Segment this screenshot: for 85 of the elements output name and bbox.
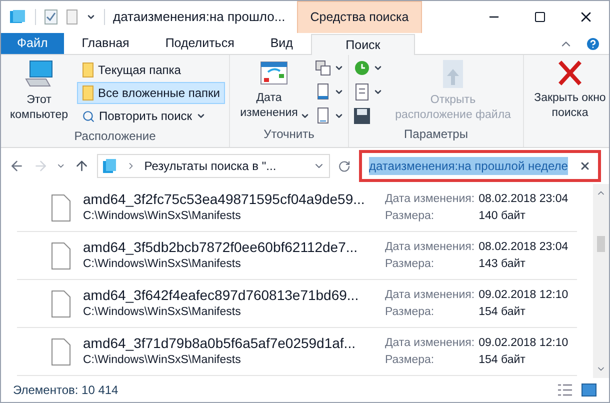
- date-value: 08.02.2018 23:04: [478, 192, 568, 206]
- window-title: датаизменения:на прошло...: [113, 8, 286, 26]
- address-bar[interactable]: Результаты поиска в "...: [97, 154, 330, 178]
- date-label: Дата изменения:: [385, 240, 475, 254]
- date-label: Дата изменения:: [385, 192, 475, 206]
- file-icon: [51, 194, 71, 222]
- file-icon: [51, 338, 71, 366]
- properties-icon[interactable]: [44, 9, 58, 25]
- size-value: 154 байт: [478, 352, 526, 368]
- details-view-icon[interactable]: [557, 383, 573, 397]
- size-value: 154 байт: [478, 304, 526, 320]
- date-value: 09.02.2018 12:10: [478, 288, 568, 302]
- refresh-icon[interactable]: [338, 160, 351, 172]
- status-count: Элементов: 10 414: [13, 382, 118, 399]
- caret-icon: [334, 63, 344, 73]
- folder-app-icon: [9, 9, 27, 25]
- date-label: Дата изменения:: [385, 288, 475, 302]
- ribbon-big-button[interactable]: Дата изменения: [234, 55, 314, 121]
- recent-searches-icon[interactable]: [353, 59, 371, 77]
- file-name: amd64_3f71d79b8a0b5f6a5af7e0259d1af...: [83, 334, 356, 352]
- size-label: Размера:: [385, 256, 436, 272]
- ribbon-big-button[interactable]: Этот компьютер: [5, 55, 73, 127]
- caret-icon: [334, 111, 344, 121]
- calendar-icon: [260, 59, 288, 87]
- date-value: 08.02.2018 23:04: [478, 240, 568, 254]
- file-row[interactable]: amd64_3f71d79b8a0b5f6a5af7e0259d1af... C:\Windows\WinSxS\Manifests Дата изменения: 09.02.2018 12:10 Размера: 154 байт: [17, 328, 577, 376]
- date-value: 09.02.2018 12:10: [478, 336, 568, 350]
- scrollbar[interactable]: [593, 184, 609, 378]
- file-row[interactable]: amd64_3f5db2bcb7872f0ee60bf62112de7... C:\Windows\WinSxS\Manifests Дата изменения: 08.02.2018 23:04 Размера: 143 байт: [17, 232, 577, 280]
- search-icon: [82, 110, 95, 122]
- folder-icon: [82, 85, 94, 101]
- caret-icon: [373, 63, 383, 73]
- folder-icon: [82, 62, 94, 78]
- context-tab-header: Средства поиска: [297, 1, 422, 33]
- date-label: Дата изменения:: [385, 336, 475, 350]
- advanced-options-icon[interactable]: [353, 83, 371, 101]
- ribbon-big-button[interactable]: Закрыть окно поиска: [528, 55, 609, 121]
- ribbon-tab[interactable]: Главная: [64, 33, 148, 54]
- file-name: amd64_3f642f4eafec897d760813e71bd69...: [83, 286, 360, 304]
- quick-access-caret-icon: [86, 12, 96, 22]
- caret-icon: [373, 87, 383, 97]
- computer-icon: [24, 59, 54, 89]
- ribbon-option[interactable]: Все вложенные папки: [77, 82, 225, 104]
- address-path: Результаты поиска в "...: [144, 158, 278, 175]
- ribbon-tab[interactable]: Вид: [252, 33, 311, 54]
- scrollbar-thumb[interactable]: [597, 236, 605, 252]
- caret-icon: [196, 111, 206, 121]
- group-label: Расположение: [73, 128, 157, 145]
- file-icon: [51, 290, 71, 318]
- ribbon-tab[interactable]: Поделиться: [147, 33, 252, 54]
- file-name: amd64_3f2fc75c53ea49871595cf04a9de59...: [83, 190, 366, 208]
- file-tab[interactable]: Файл: [1, 33, 64, 54]
- size-label: Размера:: [385, 352, 436, 368]
- search-query: датаизменения:на прошлой неделе: [369, 157, 568, 175]
- caret-icon: [300, 111, 310, 121]
- up-icon[interactable]: [74, 158, 90, 174]
- ribbon-tab[interactable]: Поиск: [310, 34, 415, 55]
- search-results-icon: [102, 158, 118, 174]
- clear-search-icon[interactable]: [579, 160, 591, 172]
- file-path: C:\Windows\WinSxS\Manifests: [83, 208, 242, 224]
- file-row[interactable]: amd64_3f642f4eafec897d760813e71bd69... C:\Windows\WinSxS\Manifests Дата изменения: 09.02.2018 12:10 Размера: 154 байт: [17, 280, 577, 328]
- open-location-icon: [441, 59, 465, 89]
- group-label: Параметры: [403, 126, 469, 143]
- size-value: 143 байт: [478, 256, 526, 272]
- caret-icon: [334, 87, 344, 97]
- file-path: C:\Windows\WinSxS\Manifests: [83, 304, 242, 320]
- file-path: C:\Windows\WinSxS\Manifests: [83, 352, 242, 368]
- close-search-icon: [557, 59, 583, 87]
- file-name: amd64_3f5db2bcb7872f0ee60bf62112de7...: [83, 238, 359, 256]
- size-label: Размера:: [385, 208, 436, 224]
- back-icon[interactable]: [9, 158, 25, 174]
- size-value: 140 байт: [478, 208, 526, 224]
- ribbon-option[interactable]: Повторить поиск: [77, 105, 225, 127]
- search-field[interactable]: датаизменения:на прошлой неделе: [365, 156, 595, 176]
- maximize-icon: [534, 11, 546, 23]
- thumbnails-view-icon[interactable]: [581, 383, 597, 397]
- kind-filter-icon[interactable]: [314, 59, 332, 77]
- save-icon[interactable]: [353, 107, 371, 125]
- help-icon[interactable]: [585, 36, 601, 52]
- file-path: C:\Windows\WinSxS\Manifests: [83, 256, 242, 272]
- ribbon-option[interactable]: Текущая папка: [77, 59, 225, 81]
- file-row[interactable]: amd64_3f2fc75c53ea49871595cf04a9de59... C:\Windows\WinSxS\Manifests Дата изменения: 08.02.2018 23:04 Размера: 140 байт: [17, 184, 577, 232]
- group-label: Уточнить: [262, 126, 316, 143]
- size-label: Размера:: [385, 304, 436, 320]
- file-icon: [51, 242, 71, 270]
